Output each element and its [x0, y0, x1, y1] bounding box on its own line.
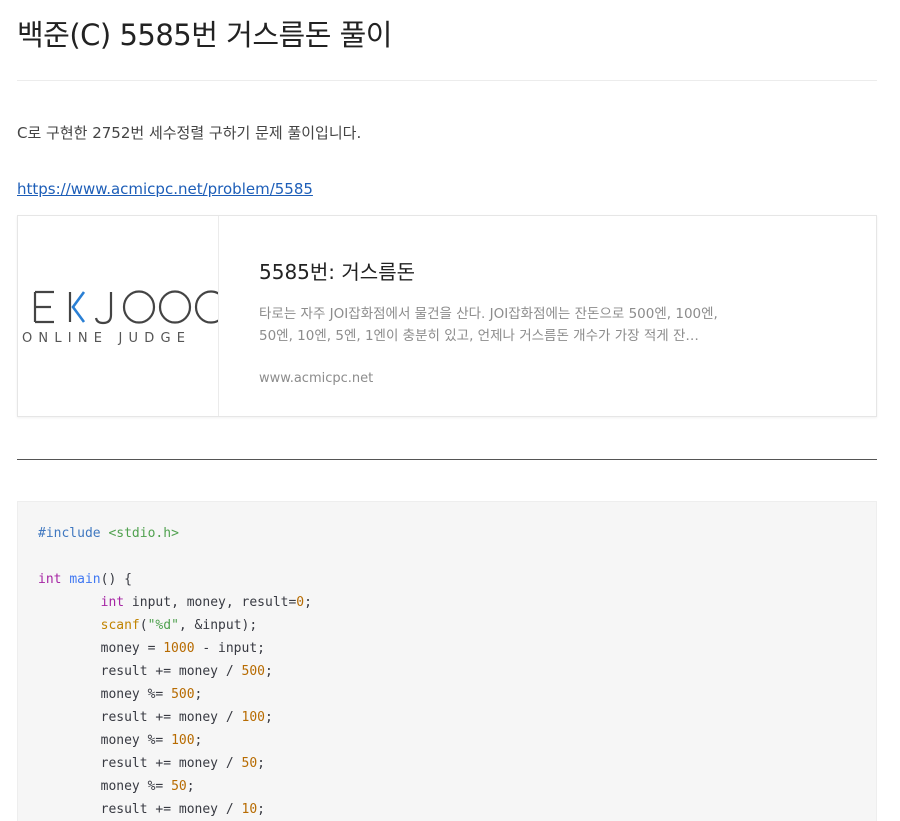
code-line: scanf("%d", &input);	[38, 614, 312, 637]
code-token: 100	[241, 710, 265, 725]
code-token: result += money /	[38, 756, 242, 771]
preview-domain: www.acmicpc.net	[259, 371, 374, 386]
code-token: int	[100, 595, 125, 610]
code-token: result += money /	[38, 664, 242, 679]
code-lines: #include <stdio.h> int main() { int input…	[38, 522, 312, 821]
code-token: 1000	[163, 641, 195, 656]
code-token: , &input);	[178, 618, 258, 633]
code-token: scanf	[100, 618, 140, 633]
code-line: money %= 100;	[38, 729, 312, 752]
code-line: result += money / 500;	[38, 660, 312, 683]
code-token: ;	[186, 779, 195, 794]
code-token: () {	[100, 572, 132, 587]
code-token: 500	[241, 664, 265, 679]
code-token: ;	[194, 733, 203, 748]
problem-link[interactable]: https://www.acmicpc.net/problem/5585	[17, 180, 313, 198]
code-token: ;	[194, 687, 203, 702]
logo-subtext: ONLINE JUDGE	[22, 331, 192, 346]
code-token: (	[139, 618, 148, 633]
baekjoon-logo	[33, 290, 218, 325]
code-token: result += money /	[38, 802, 242, 817]
intro-text: C로 구현한 2752번 세수정렬 구하기 문제 풀이입니다.	[17, 124, 362, 142]
code-token: money %=	[38, 687, 172, 702]
code-token: ;	[257, 802, 265, 817]
code-token: #include	[38, 526, 109, 541]
code-line: result += money / 100;	[38, 706, 312, 729]
code-line: #include <stdio.h>	[38, 522, 312, 545]
preview-description: 타로는 자주 JOI잡화점에서 물건을 산다. JOI잡화점에는 잔돈으로 50…	[259, 306, 718, 344]
title-divider	[17, 80, 877, 81]
preview-body: 5585번: 거스름돈 타로는 자주 JOI잡화점에서 물건을 산다. JOI잡…	[259, 256, 729, 386]
code-token: int	[38, 572, 62, 587]
link-preview-card[interactable]: ONLINE JUDGE 5585번: 거스름돈 타로는 자주 JOI잡화점에서…	[17, 215, 877, 417]
code-token: <stdio.h>	[108, 526, 179, 541]
code-token: main	[69, 572, 101, 587]
preview-thumbnail: ONLINE JUDGE	[18, 216, 219, 416]
code-token: input, money, result=	[124, 595, 297, 610]
code-token: result += money /	[38, 710, 242, 725]
code-token: 0	[296, 595, 305, 610]
code-token: 100	[171, 733, 195, 748]
code-token: 10	[241, 802, 258, 817]
code-block: #include <stdio.h> int main() { int input…	[17, 501, 877, 821]
code-line: money %= 500;	[38, 683, 312, 706]
section-divider	[17, 459, 877, 460]
preview-title: 5585번: 거스름돈	[259, 260, 415, 284]
code-token: 500	[171, 687, 195, 702]
page-title: 백준(C) 5585번 거스름돈 풀이	[17, 18, 392, 52]
code-token: money =	[38, 641, 164, 656]
code-line: result += money / 10;	[38, 798, 312, 821]
code-token: ;	[257, 756, 265, 771]
code-token: ;	[264, 664, 273, 679]
code-line: int main() {	[38, 568, 312, 591]
code-token: money %=	[38, 779, 172, 794]
code-token: - input;	[194, 641, 265, 656]
code-token: money %=	[38, 733, 172, 748]
code-token: ;	[264, 710, 273, 725]
code-line: result += money / 50;	[38, 752, 312, 775]
code-token: 50	[171, 779, 187, 794]
code-line: money %= 50;	[38, 775, 312, 798]
code-line: int input, money, result=0;	[38, 591, 312, 614]
code-token: "%d"	[147, 618, 179, 633]
code-token: 50	[241, 756, 258, 771]
code-token: ;	[304, 595, 312, 610]
code-line: money = 1000 - input;	[38, 637, 312, 660]
